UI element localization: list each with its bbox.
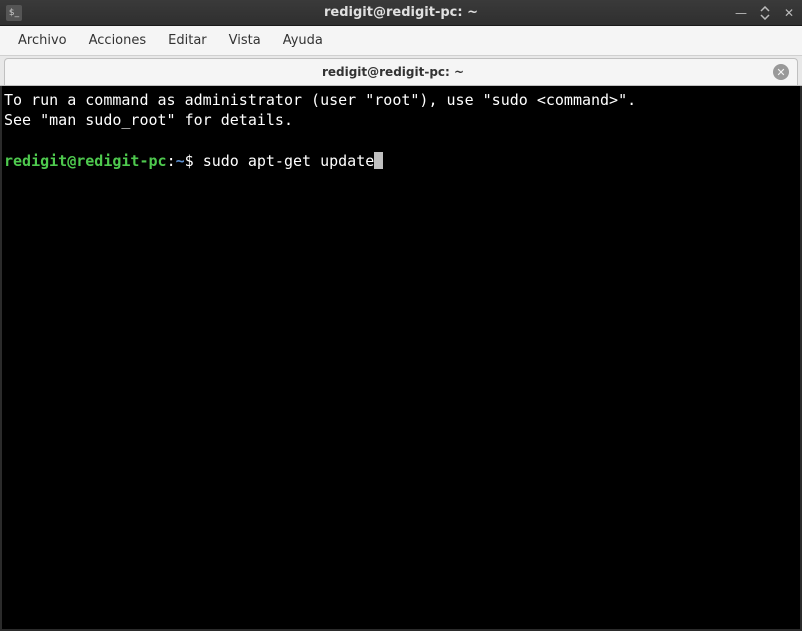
terminal-info-line: See "man sudo_root" for details. — [4, 110, 798, 130]
menu-editar[interactable]: Editar — [158, 29, 217, 52]
menu-vista[interactable]: Vista — [219, 29, 271, 52]
terminal-command: sudo apt-get update — [203, 152, 375, 170]
terminal-output[interactable]: To run a command as administrator (user … — [2, 86, 800, 629]
window-titlebar: $_ redigit@redigit-pc: ~ — ✕ — [0, 0, 802, 26]
menubar: Archivo Acciones Editar Vista Ayuda — [0, 26, 802, 56]
prompt-host: redigit-pc — [76, 152, 166, 170]
terminal-prompt-line: redigit@redigit-pc:~$ sudo apt-get updat… — [4, 151, 798, 171]
menu-ayuda[interactable]: Ayuda — [273, 29, 333, 52]
prompt-dollar: $ — [185, 152, 203, 170]
prompt-colon: : — [167, 152, 176, 170]
titlebar-left: $_ — [6, 5, 22, 21]
maximize-button[interactable] — [758, 6, 772, 20]
minimize-button[interactable]: — — [734, 6, 748, 20]
terminal-info-line: To run a command as administrator (user … — [4, 90, 798, 110]
terminal-cursor — [374, 152, 383, 169]
terminal-blank-line — [4, 131, 798, 151]
window-controls: — ✕ — [734, 6, 796, 20]
menu-archivo[interactable]: Archivo — [8, 29, 77, 52]
prompt-at: @ — [67, 152, 76, 170]
maximize-icon — [759, 6, 771, 20]
tabbar: redigit@redigit-pc: ~ ✕ — [0, 56, 802, 86]
tab-close-button[interactable]: ✕ — [773, 64, 789, 80]
prompt-user: redigit — [4, 152, 67, 170]
tab-title: redigit@redigit-pc: ~ — [13, 65, 773, 79]
menu-acciones[interactable]: Acciones — [79, 29, 157, 52]
prompt-path: ~ — [176, 152, 185, 170]
terminal-tab[interactable]: redigit@redigit-pc: ~ ✕ — [4, 58, 798, 85]
window-title: redigit@redigit-pc: ~ — [0, 5, 802, 20]
close-window-button[interactable]: ✕ — [782, 6, 796, 20]
terminal-app-icon: $_ — [6, 5, 22, 21]
